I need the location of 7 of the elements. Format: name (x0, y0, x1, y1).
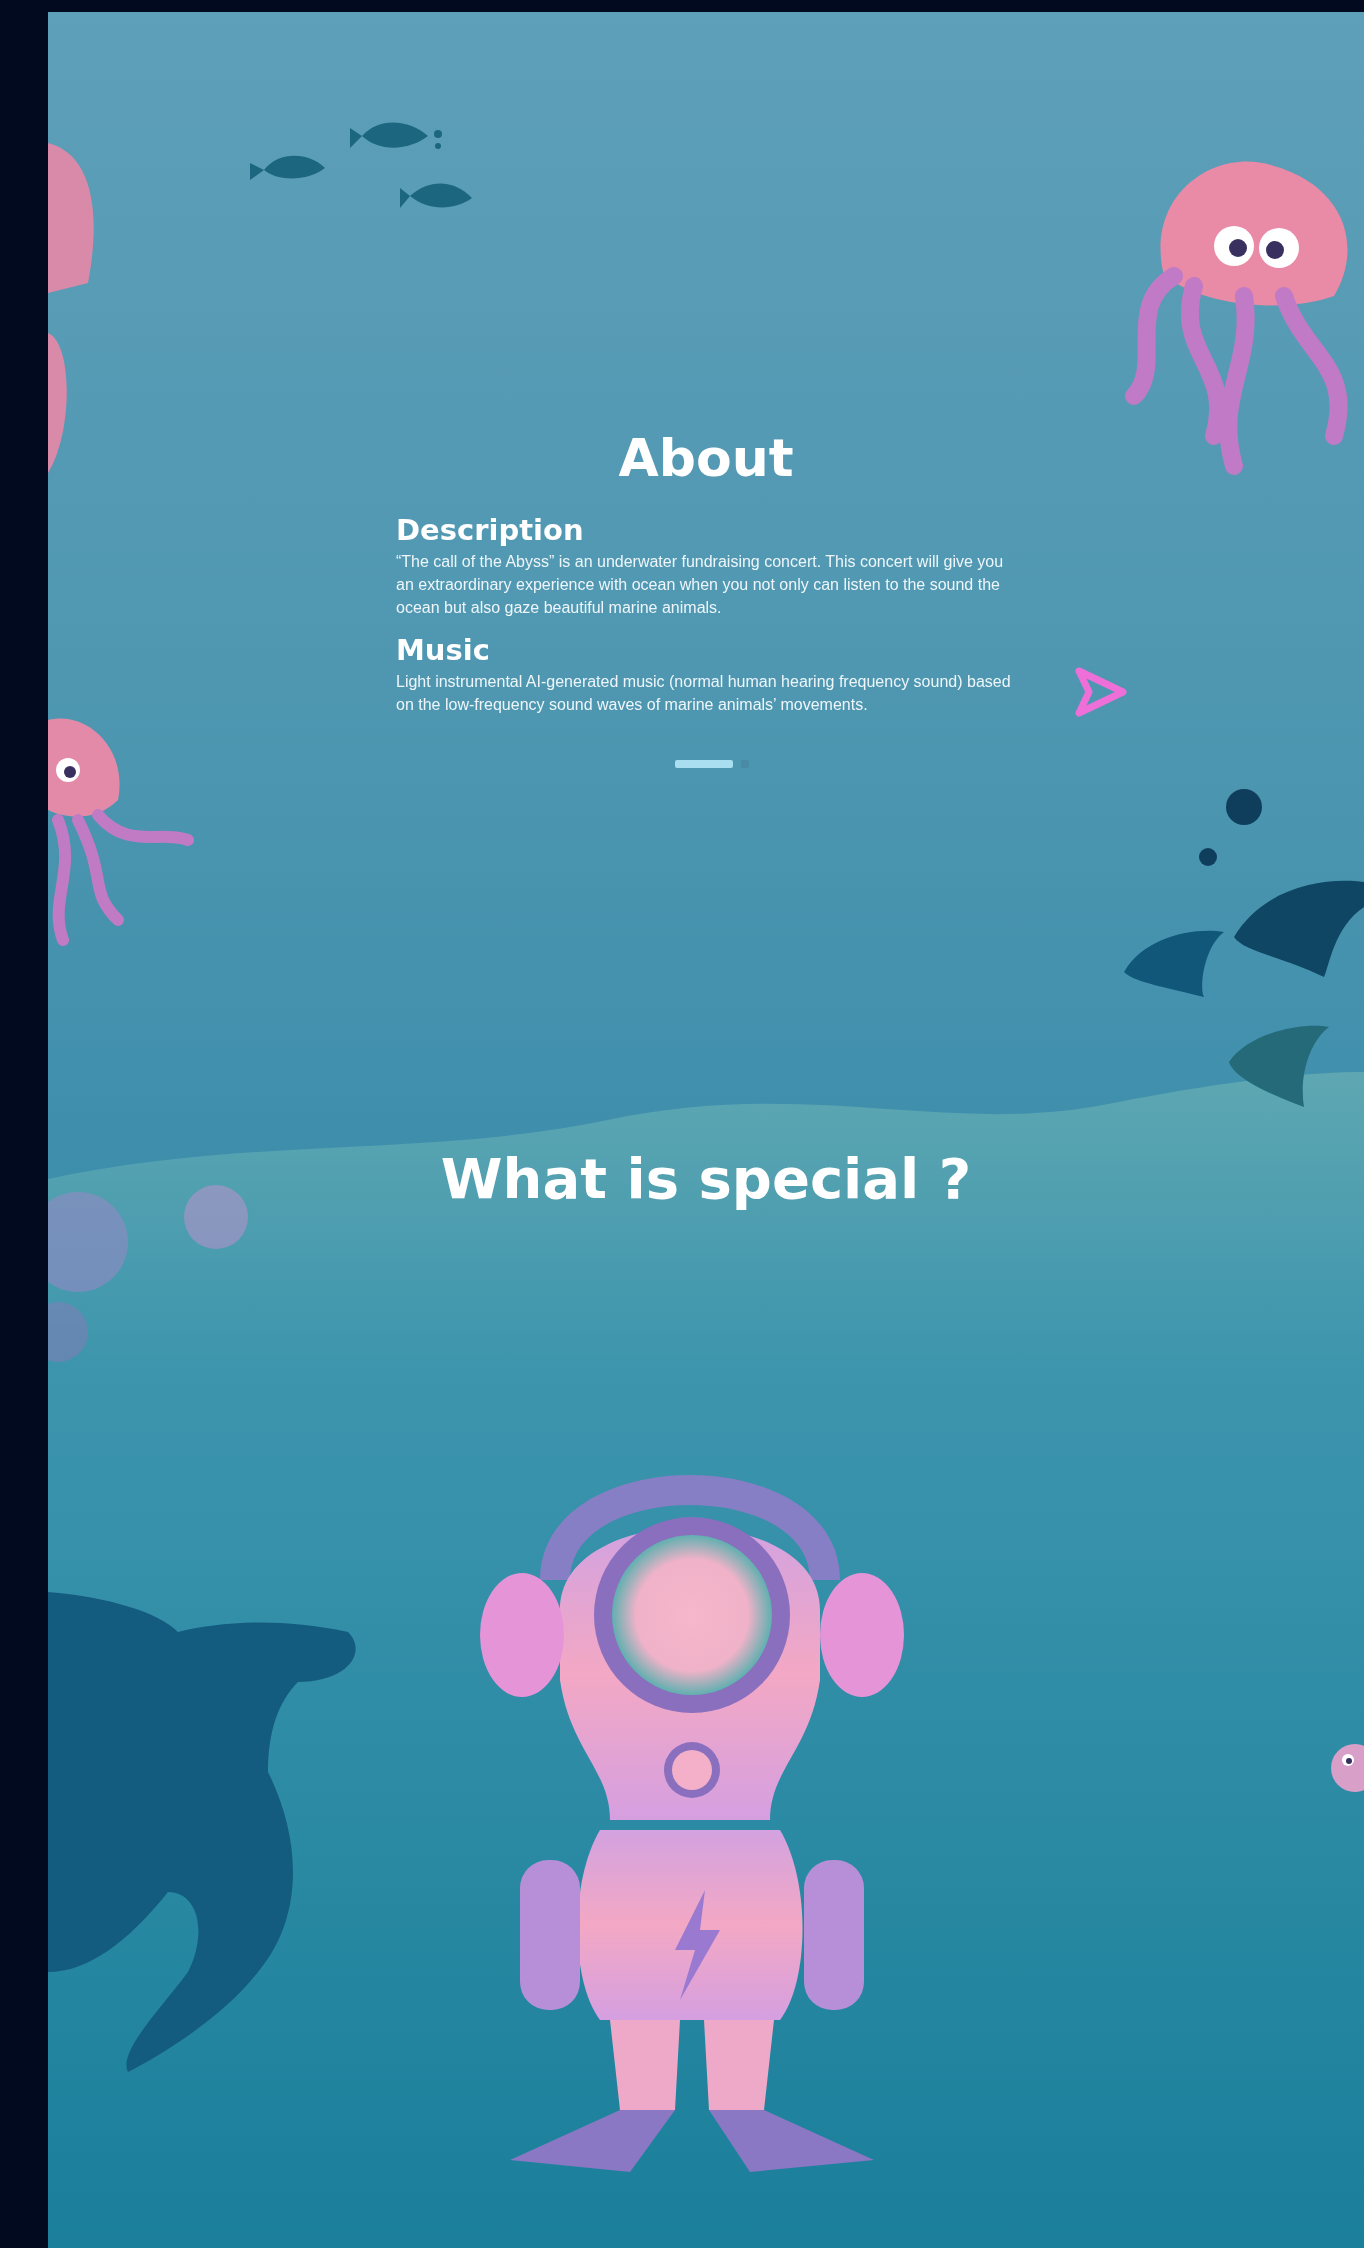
section-heading: Music (396, 633, 491, 668)
section-heading: Description (396, 513, 585, 548)
arrow-icon[interactable] (1075, 667, 1127, 717)
section-title: About (618, 430, 794, 488)
section-title: What is special ? (440, 1147, 972, 1210)
paragraph-text: “The call of the Abyss” is an underwater fundraising concert. This concert will give you an extraordinary experience with ocean when you not only can listen to the sound the ocean but also gaze beautiful marine animals. (396, 552, 1005, 618)
paragraph-text: Light instrumental AI-generated music (normal human hearing frequency sound) based on the low-frequency sound waves of marine animals’ movements. (396, 671, 1012, 715)
